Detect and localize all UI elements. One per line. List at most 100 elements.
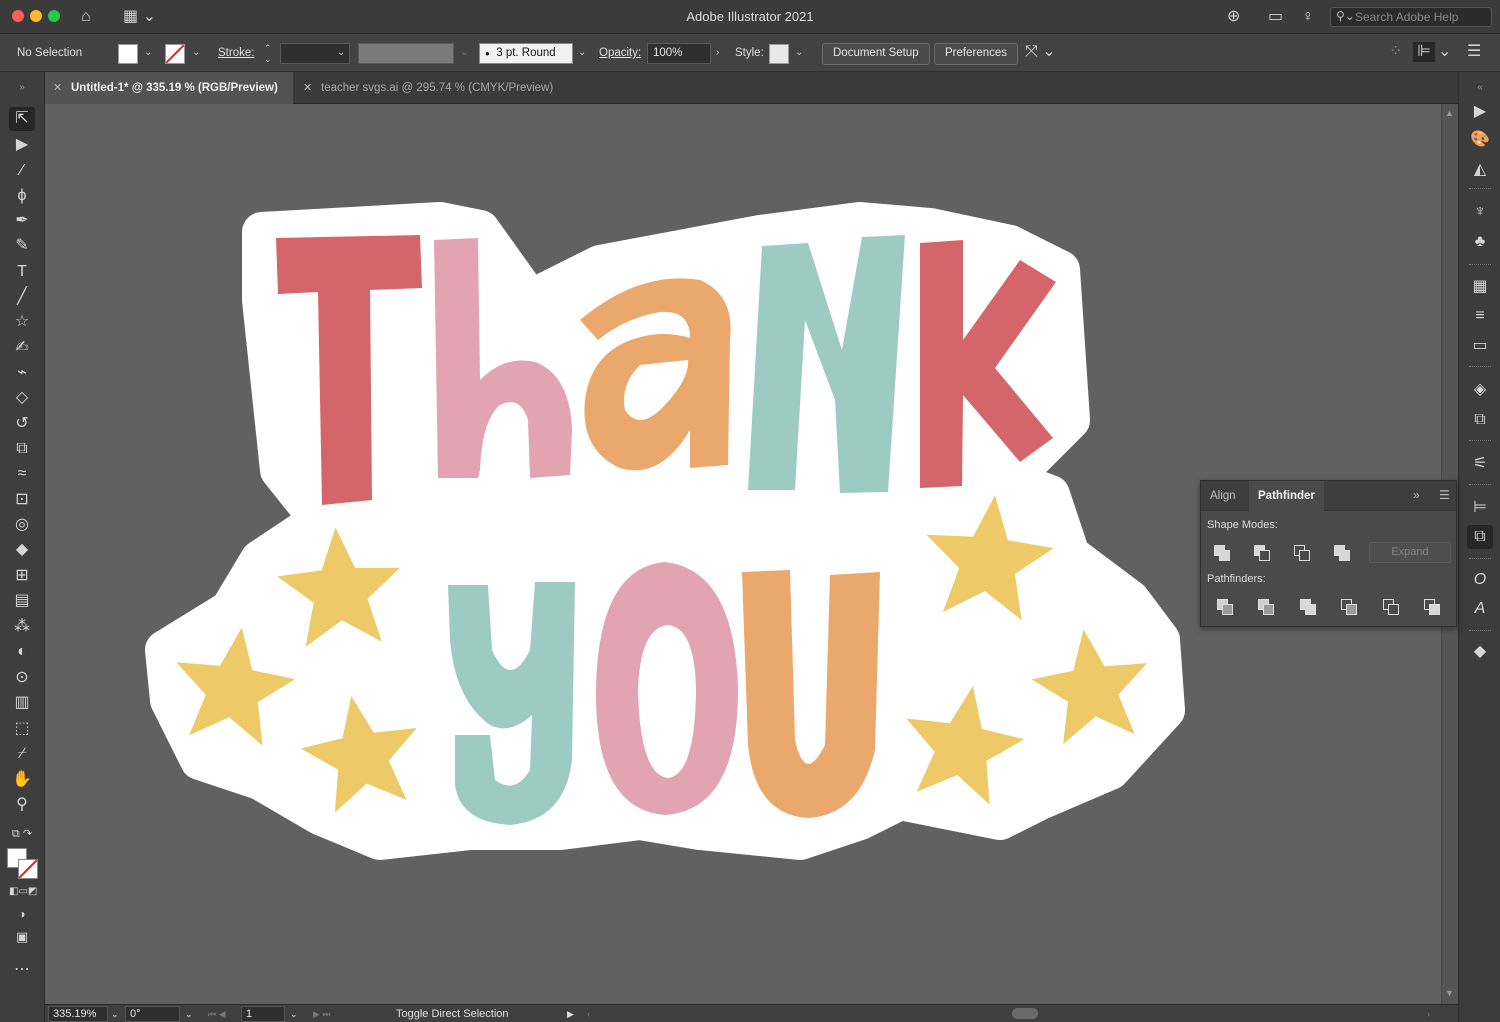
star-tool-icon[interactable]: ☆	[9, 310, 35, 334]
scroll-up-icon[interactable]: ▲	[1445, 108, 1454, 118]
color-icon[interactable]: 🎨	[1467, 128, 1493, 152]
intersect-button[interactable]	[1293, 544, 1311, 562]
close-tab-icon[interactable]: ✕	[303, 72, 312, 104]
swatches-icon[interactable]: ▦	[1467, 275, 1493, 299]
graphic-style-swatch[interactable]	[769, 44, 789, 64]
artboard-field[interactable]: 1	[241, 1006, 285, 1022]
style-dropdown-icon[interactable]: ⌄	[795, 47, 803, 58]
lightbulb-icon[interactable]: ♀	[1302, 7, 1314, 27]
merge-button[interactable]	[1299, 598, 1317, 616]
opacity-label[interactable]: Opacity:	[599, 44, 641, 62]
profile-dropdown-icon[interactable]: ⌄	[460, 47, 468, 58]
outline-button[interactable]	[1382, 598, 1400, 616]
scroll-right-icon[interactable]: ›	[1427, 1007, 1430, 1021]
direct-selection-tool-icon[interactable]: ▶	[9, 133, 35, 157]
minus-front-button[interactable]	[1253, 544, 1271, 562]
actions-icon[interactable]: ▶	[1467, 100, 1493, 124]
opacity-field[interactable]: 100%	[647, 43, 711, 64]
brushes-icon[interactable]: ♆	[1467, 200, 1493, 224]
stroke-dropdown-icon[interactable]: ⌄	[192, 47, 200, 58]
live-paint-tool-icon[interactable]: ◆	[9, 538, 35, 562]
grid-icon[interactable]: ⁘	[1389, 42, 1402, 62]
mesh-tool-icon[interactable]: ⊞	[9, 564, 35, 588]
panel-menu-icon[interactable]: ☰	[1439, 488, 1450, 502]
gradient-icon[interactable]: ▭	[1467, 334, 1493, 358]
paintbrush-tool-icon[interactable]: ⌁	[9, 361, 35, 385]
symbol-sprayer-tool-icon[interactable]: ⊙	[9, 666, 35, 690]
shape-builder-tool-icon[interactable]: ◎	[9, 513, 35, 537]
zoom-tool-icon[interactable]: ⚲	[9, 793, 35, 817]
collapse-panel-icon[interactable]: »	[1413, 488, 1420, 502]
tab-teacher-svgs[interactable]: ✕ teacher svgs.ai @ 295.74 % (CMYK/Previ…	[295, 72, 585, 104]
scroll-left-icon[interactable]: ‹	[587, 1007, 590, 1021]
tab-align[interactable]: Align	[1201, 481, 1245, 511]
stroke-label[interactable]: Stroke:	[218, 44, 254, 62]
magic-wand-tool-icon[interactable]: ⁄	[9, 159, 35, 183]
document-setup-button[interactable]: Document Setup	[822, 43, 930, 65]
unite-button[interactable]	[1213, 544, 1231, 562]
artboards-icon[interactable]: ⧉	[1467, 408, 1493, 432]
tab-untitled-1[interactable]: ✕ Untitled-1* @ 335.19 % (RGB/Preview)	[45, 72, 293, 104]
stroke-swatch[interactable]	[165, 44, 185, 64]
fill-dropdown-icon[interactable]: ⌄	[144, 47, 152, 58]
tab-pathfinder[interactable]: Pathfinder	[1249, 481, 1324, 511]
brush-definition[interactable]: ● 3 pt. Round	[479, 43, 573, 64]
brush-dropdown-icon[interactable]: ⌄	[578, 47, 586, 58]
scale-tool-icon[interactable]: ⧉	[9, 437, 35, 461]
slice-tool-icon[interactable]: ⌿	[9, 742, 35, 766]
stroke-stepper[interactable]: ⌃ ⌄	[264, 43, 272, 65]
edit-toolbar-icon[interactable]: ⋯	[9, 958, 35, 982]
blend-tool-icon[interactable]: ◐	[9, 640, 35, 664]
shaper-tool-icon[interactable]: ✍	[9, 336, 35, 360]
fill-swatch[interactable]	[118, 44, 138, 64]
pathfinder-icon[interactable]: ⧉	[1467, 525, 1493, 549]
character-icon[interactable]: A	[1467, 597, 1493, 621]
free-transform-tool-icon[interactable]: ⊡	[9, 488, 35, 512]
minus-back-button[interactable]	[1423, 598, 1441, 616]
width-tool-icon[interactable]: ≈	[9, 462, 35, 486]
transform-icon[interactable]: ⤧ ⌄	[1025, 42, 1056, 62]
panel-layout-icon[interactable]: ⊫	[1413, 42, 1435, 62]
rotation-dropdown-icon[interactable]: ⌄	[185, 1007, 193, 1021]
variable-width-profile[interactable]	[358, 43, 454, 64]
rotate-tool-icon[interactable]: ↺	[9, 412, 35, 436]
selection-tool-icon[interactable]: ⇱	[9, 107, 35, 131]
stroke-icon[interactable]: ≡	[1467, 304, 1493, 328]
expand-panels-icon[interactable]: «	[1467, 76, 1493, 100]
rotation-field[interactable]: 0°	[125, 1006, 180, 1022]
artboard-tool-icon[interactable]: ⬚	[9, 717, 35, 741]
glyphs-icon[interactable]: O	[1467, 568, 1493, 592]
artboard-nav-prev-icons[interactable]: ⏮ ◀	[208, 1007, 226, 1021]
line-tool-icon[interactable]: ╱	[9, 285, 35, 309]
layers-icon[interactable]: ◈	[1467, 378, 1493, 402]
zoom-dropdown-icon[interactable]: ⌄	[111, 1007, 119, 1021]
panel-layout-dropdown-icon[interactable]: ⌄	[1438, 42, 1451, 62]
curvature-tool-icon[interactable]: ✎	[9, 234, 35, 258]
trim-button[interactable]	[1257, 598, 1275, 616]
share-icon[interactable]: ⊕	[1227, 7, 1240, 27]
swap-fill-stroke-icon[interactable]: ⧉ ↷	[9, 822, 35, 846]
drawing-mode-icon[interactable]: ◑	[9, 902, 35, 926]
properties-icon[interactable]: ⚟	[1467, 452, 1493, 476]
arrange-documents-icon[interactable]: ▭	[1268, 7, 1283, 27]
close-tab-icon[interactable]: ✕	[53, 72, 62, 104]
graph-tool-icon[interactable]: ▥	[9, 691, 35, 715]
preferences-button[interactable]: Preferences	[934, 43, 1019, 65]
exclude-button[interactable]	[1333, 544, 1351, 562]
pen-tool-icon[interactable]: ✒	[9, 209, 35, 233]
eraser-tool-icon[interactable]: ◇	[9, 386, 35, 410]
divide-button[interactable]	[1216, 598, 1234, 616]
opacity-expand-icon[interactable]: ›	[716, 47, 719, 58]
color-guide-icon[interactable]: ◭	[1467, 158, 1493, 182]
scroll-down-icon[interactable]: ▼	[1445, 988, 1454, 998]
hand-tool-icon[interactable]: ✋	[9, 768, 35, 792]
collapse-panel-icon[interactable]: »	[9, 76, 35, 100]
expand-button[interactable]: Expand	[1369, 542, 1451, 563]
artboard-nav-next-icons[interactable]: ▶ ⏭	[313, 1007, 331, 1021]
lasso-tool-icon[interactable]: ϕ	[9, 184, 35, 208]
search-input[interactable]: ⚲⌄ Search Adobe Help	[1330, 7, 1492, 27]
align-icon[interactable]: ⊨	[1467, 496, 1493, 520]
control-menu-icon[interactable]: ☰	[1467, 42, 1481, 62]
stroke-weight-dropdown-icon[interactable]: ⌄	[337, 47, 345, 58]
symbols-icon[interactable]: ♣	[1467, 230, 1493, 254]
